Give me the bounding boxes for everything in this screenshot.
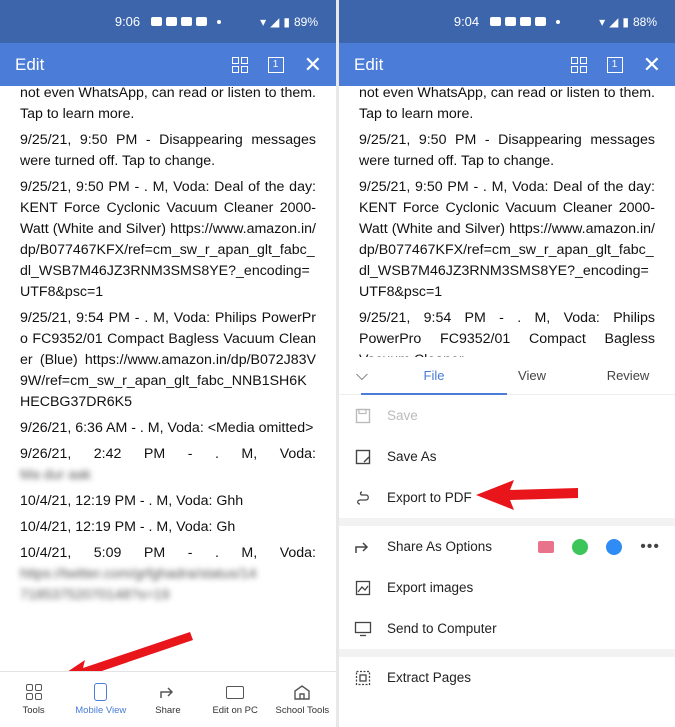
image-icon — [354, 579, 372, 597]
file-menu-sheet: ⌵ File View Review Save Save As Export t… — [339, 357, 675, 727]
signal-icon: ◢ — [609, 14, 619, 29]
close-icon[interactable]: ✕ — [643, 53, 661, 75]
doc-paragraph-blurred: 10/4/21, 5:09 PM - . M, Voda: https://twi… — [20, 545, 316, 603]
page-count-icon[interactable]: 1 — [606, 56, 623, 73]
app-bar: Edit 1 ✕ — [339, 43, 675, 86]
save-as-menu-item[interactable]: Save As — [339, 436, 675, 477]
battery-icon: ▮ — [622, 14, 629, 29]
collapse-chevron-icon[interactable]: ⌵ — [339, 367, 385, 385]
page-count-icon[interactable]: 1 — [267, 56, 284, 73]
grid-view-icon[interactable] — [570, 56, 587, 73]
system-icons: ▾ ◢ ▮ 88% — [599, 0, 657, 43]
battery-level: 88% — [632, 14, 657, 29]
menu-tabs: ⌵ File View Review — [339, 357, 675, 395]
battery-icon: ▮ — [283, 14, 290, 29]
menu-group-save: Save Save As — [339, 395, 675, 477]
school-tools-button[interactable]: School Tools — [269, 683, 335, 716]
export-images-menu-item[interactable]: Export images — [339, 567, 675, 608]
wifi-icon: ▾ — [260, 14, 267, 29]
doc-paragraph: 9/25/21, 9:50 PM - Disappearing messages… — [20, 132, 316, 169]
share-icon — [354, 538, 372, 556]
edit-on-pc-button[interactable]: Edit on PC — [202, 683, 268, 716]
status-time: 9:04 — [453, 14, 480, 29]
doc-paragraph: 9/25/21, 9:50 PM - . M, Voda: Deal of th… — [20, 179, 316, 300]
school-icon — [294, 685, 311, 700]
share-as-options-menu-item[interactable]: Share As Options ••• — [339, 526, 675, 567]
signal-icon: ◢ — [270, 14, 280, 29]
doc-paragraph: 9/26/21, 6:36 AM - . M, Voda: <Media omi… — [20, 420, 314, 436]
doc-paragraph: not even WhatsApp, can read or listen to… — [20, 85, 316, 122]
grid-view-icon[interactable] — [231, 56, 248, 73]
wifi-icon: ▾ — [599, 14, 606, 29]
monitor-icon — [226, 685, 245, 699]
doc-paragraph: 9/25/21, 9:50 PM - . M, Voda: Deal of th… — [359, 179, 655, 300]
send-to-computer-menu-item[interactable]: Send to Computer — [339, 608, 675, 657]
pdf-icon — [354, 489, 372, 507]
doc-paragraph-blurred: 9/26/21, 2:42 PM - . M, Voda: Ma dur aak — [20, 446, 316, 483]
close-icon[interactable]: ✕ — [304, 53, 322, 75]
document-body[interactable]: not even WhatsApp, can read or listen to… — [339, 83, 675, 371]
notification-icons — [490, 17, 561, 26]
right-screenshot: 9:04 ▾ ◢ ▮ 88% Edit 1 ✕ not even WhatsAp… — [339, 0, 675, 727]
tab-view[interactable]: View — [483, 368, 581, 383]
mobile-view-icon — [94, 683, 108, 701]
status-time: 9:06 — [114, 14, 141, 29]
gmail-icon[interactable] — [538, 540, 555, 553]
red-arrow-to-export-pdf — [476, 480, 578, 510]
status-bar: 9:04 ▾ ◢ ▮ 88% — [339, 0, 675, 43]
save-menu-item[interactable]: Save — [339, 395, 675, 436]
monitor-icon — [354, 620, 372, 638]
doc-paragraph: 9/25/21, 9:54 PM - . M, Voda: Philips Po… — [20, 310, 316, 410]
doc-paragraph: not even WhatsApp, can read or listen to… — [359, 85, 655, 122]
whatsapp-icon[interactable] — [572, 538, 589, 555]
share-button[interactable]: Share — [135, 683, 201, 716]
doc-paragraph: 9/25/21, 9:50 PM - Disappearing messages… — [359, 132, 655, 169]
save-as-icon — [354, 448, 372, 466]
notification-icons — [151, 17, 222, 26]
app-bar: Edit 1 ✕ — [0, 43, 336, 86]
tools-icon — [25, 684, 42, 700]
extract-pages-menu-item[interactable]: Extract Pages — [339, 657, 675, 698]
tab-review[interactable]: Review — [581, 368, 675, 383]
tab-file[interactable]: File — [361, 368, 507, 395]
document-body[interactable]: not even WhatsApp, can read or listen to… — [0, 83, 336, 606]
battery-level: 89% — [293, 14, 318, 29]
edit-title[interactable]: Edit — [354, 55, 383, 75]
extract-pages-icon — [354, 669, 372, 687]
bottom-toolbar: Tools Mobile View Share Edit on PC Schoo… — [0, 671, 336, 727]
menu-group-share: Share As Options ••• Export images Send … — [339, 526, 675, 698]
system-icons: ▾ ◢ ▮ 89% — [260, 0, 318, 43]
status-bar: 9:06 ▾ ◢ ▮ 89% — [0, 0, 336, 43]
doc-paragraph: 10/4/21, 12:19 PM - . M, Voda: Gh — [20, 519, 236, 535]
save-icon — [354, 407, 372, 425]
doc-paragraph: 10/4/21, 12:19 PM - . M, Voda: Ghh — [20, 493, 244, 509]
edit-title[interactable]: Edit — [15, 55, 44, 75]
mobile-view-button[interactable]: Mobile View — [68, 683, 134, 716]
tools-button[interactable]: Tools — [1, 683, 67, 716]
more-icon[interactable]: ••• — [640, 538, 660, 556]
messenger-icon[interactable] — [606, 538, 623, 555]
left-screenshot: 9:06 ▾ ◢ ▮ 89% Edit 1 ✕ not even WhatsAp… — [0, 0, 336, 727]
share-icon — [160, 687, 174, 698]
